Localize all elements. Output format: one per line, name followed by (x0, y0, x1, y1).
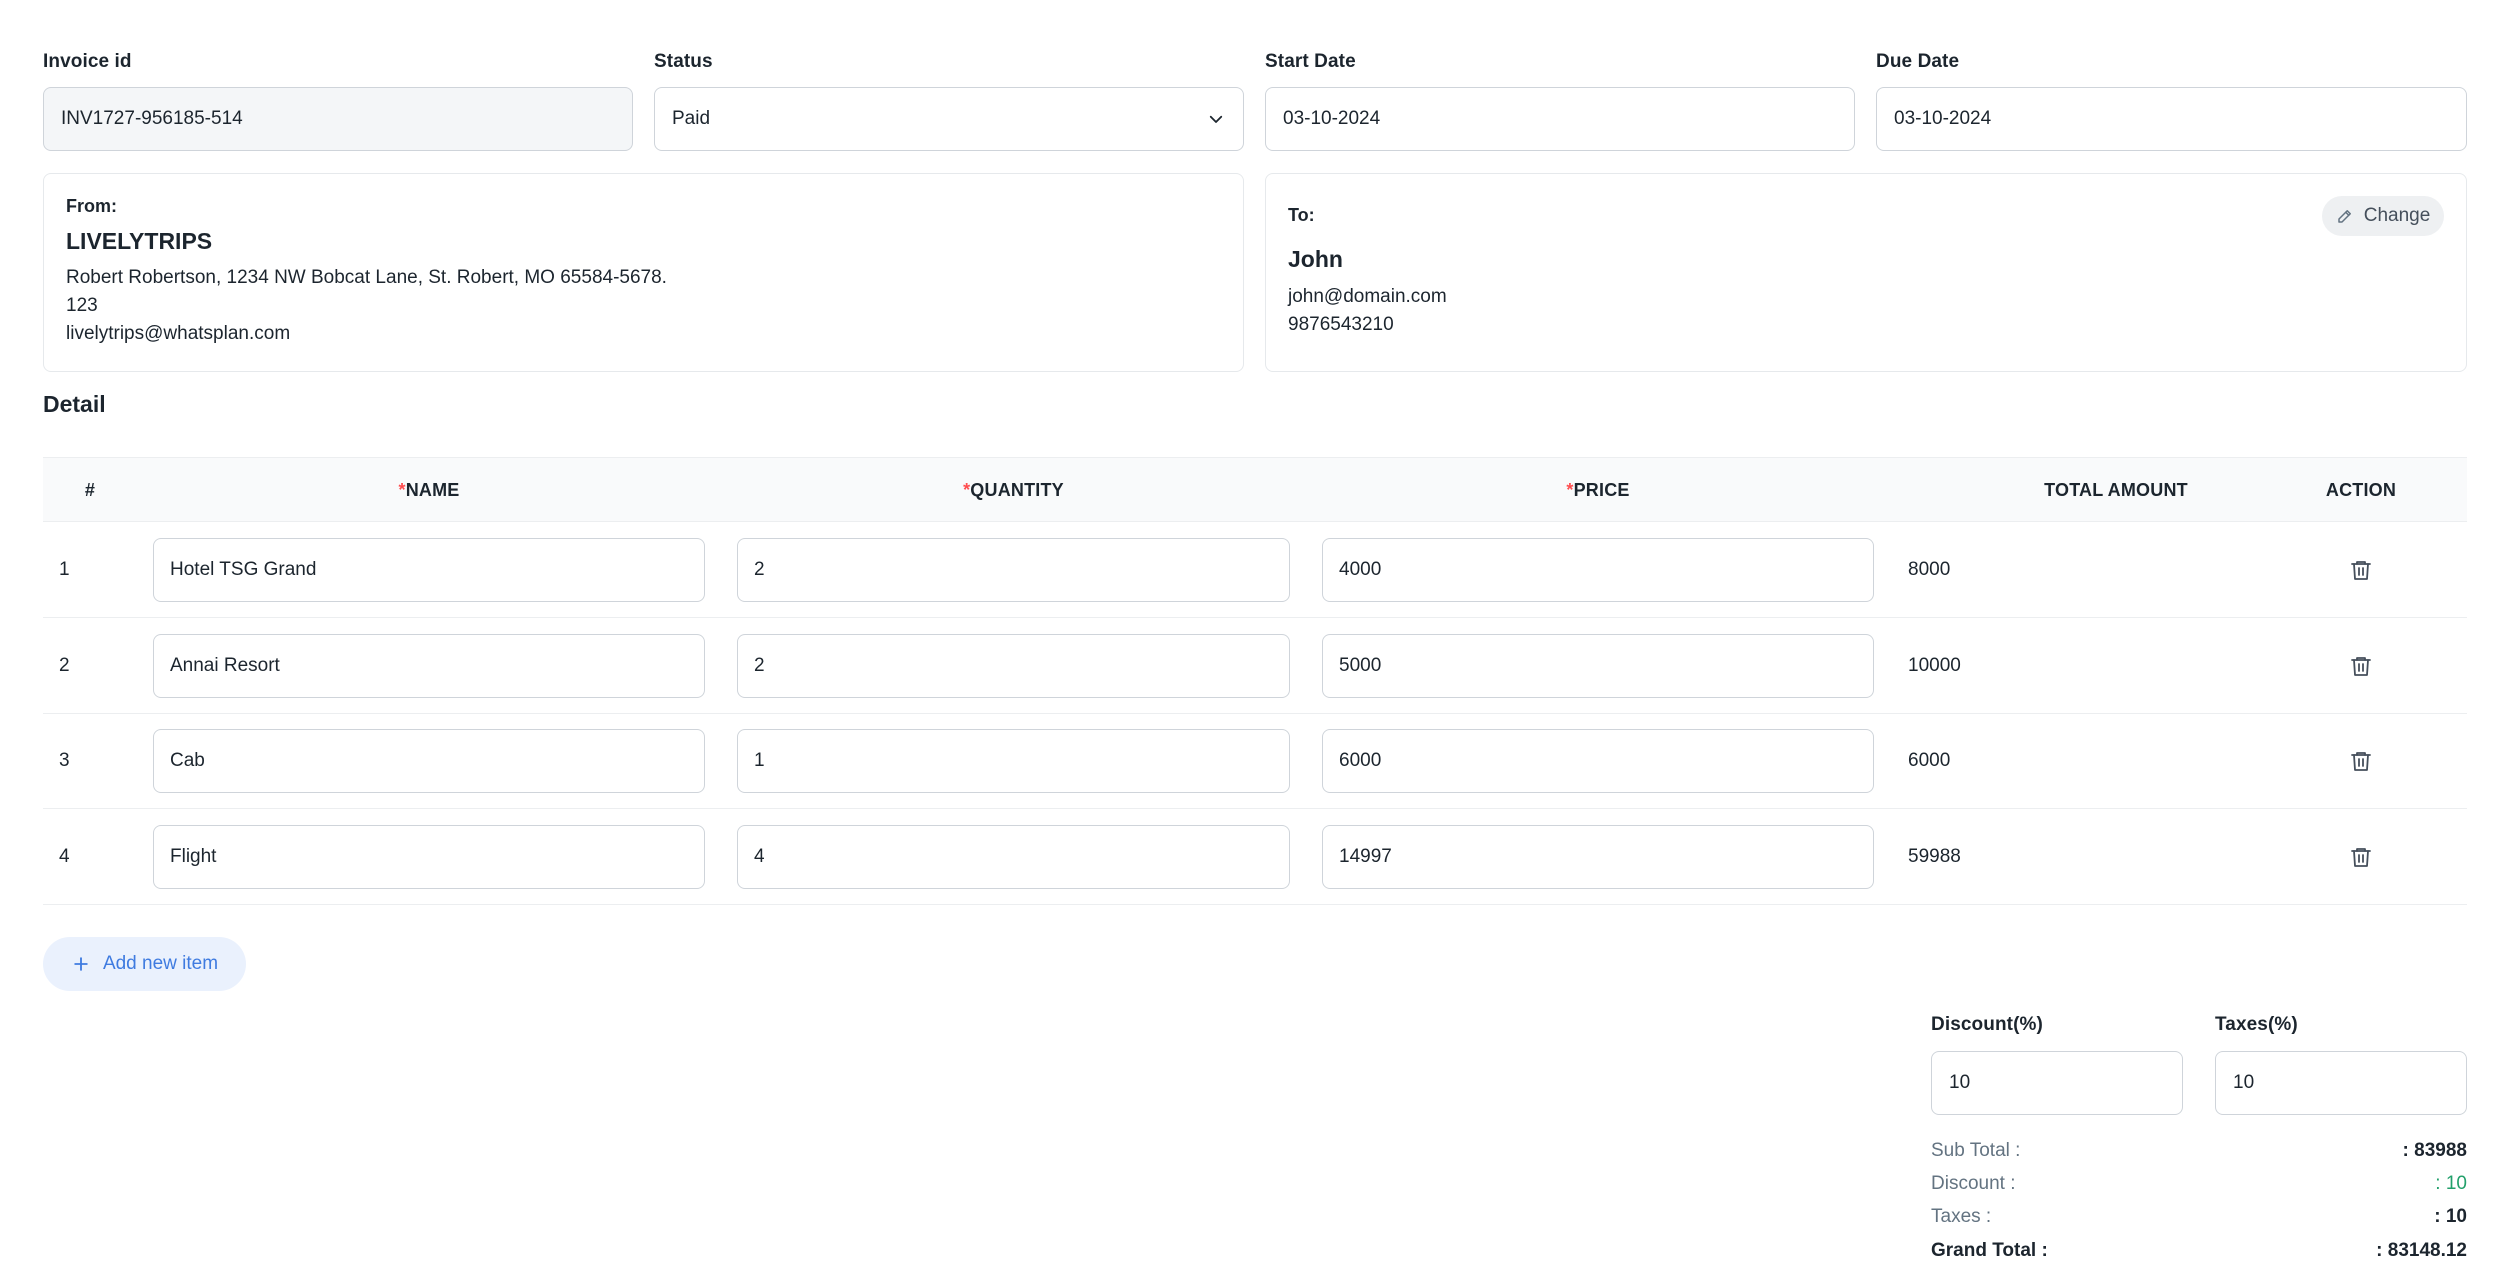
from-email: livelytrips@whatsplan.com (66, 323, 291, 344)
table-row: 3 Cab 1 6000 6000 (43, 713, 2467, 809)
status-label: Status (654, 51, 713, 72)
row-number: 1 (59, 559, 70, 580)
table-row: 2 Annai Resort 2 5000 10000 (43, 618, 2467, 714)
to-phone: 9876543210 (1288, 314, 1394, 335)
pencil-icon (2337, 210, 2351, 223)
from-address: Robert Robertson, 1234 NW Bobcat Lane, S… (66, 267, 667, 288)
table-row: 1 Hotel TSG Grand 2 4000 8000 (43, 522, 2467, 618)
item-name-input[interactable]: Flight (153, 825, 705, 889)
item-name-input[interactable]: Hotel TSG Grand (153, 538, 705, 602)
grand-total-value: : 83148.12 (2376, 1240, 2467, 1261)
discount-label: Discount(%) (1931, 1014, 2043, 1035)
status-select[interactable]: Paid (654, 87, 1244, 151)
item-quantity-input[interactable]: 2 (737, 538, 1290, 602)
change-button[interactable]: Change (2322, 196, 2444, 236)
item-total: 8000 (1908, 559, 1951, 580)
col-price: * PRICE (1566, 480, 1630, 500)
start-date-field[interactable]: 03-10-2024 (1265, 87, 1855, 151)
due-date-field[interactable]: 03-10-2024 (1876, 87, 2467, 151)
to-card: To: John john@domain.com 9876543210 Chan… (1265, 173, 2467, 372)
item-price-input[interactable]: 5000 (1322, 634, 1874, 698)
from-name: LIVELYTRIPS (66, 228, 213, 254)
from-address-line2: 123 (66, 295, 98, 316)
sub-total-value: : 83988 (2402, 1140, 2467, 1161)
start-date-label: Start Date (1265, 51, 1356, 72)
row-number: 2 (59, 655, 70, 676)
item-total: 10000 (1908, 655, 1961, 676)
items-table-header: # * NAME * QUANTITY * PRICE TOTAL AMOUNT AC… (43, 457, 2467, 522)
change-label: Change (2363, 205, 2431, 226)
item-price-input[interactable]: 4000 (1322, 538, 1874, 602)
taxes-row: Taxes : : 10 (1931, 1202, 2467, 1232)
to-email: john@domain.com (1288, 286, 1447, 307)
sub-total-label: Sub Total : (1931, 1140, 2021, 1161)
trash-icon[interactable] (2349, 845, 2373, 869)
taxes-row-value: : 10 (2434, 1206, 2467, 1227)
item-total: 6000 (1908, 750, 1951, 771)
chevron-down-icon (1209, 115, 1223, 123)
taxes-input[interactable]: 10 (2215, 1051, 2467, 1115)
discount-input[interactable]: 10 (1931, 1051, 2183, 1115)
discount-row: Discount : : 10 (1931, 1169, 2467, 1199)
item-price-input[interactable]: 6000 (1322, 729, 1874, 793)
col-quantity: * QUANTITY (963, 480, 1064, 500)
invoice-id-label: Invoice id (43, 51, 132, 72)
item-quantity-input[interactable]: 1 (737, 729, 1290, 793)
discount-row-value: : 10 (2435, 1173, 2467, 1194)
taxes-row-label: Taxes : (1931, 1206, 1992, 1227)
plus-icon (74, 957, 88, 971)
col-name: * NAME (398, 480, 460, 500)
invoice-id-field: INV1727-956185-514 (43, 87, 633, 151)
detail-title: Detail (43, 391, 106, 417)
from-card: From: LIVELYTRIPS Robert Robertson, 1234… (43, 173, 1244, 372)
grand-total-row: Grand Total : : 83148.12 (1931, 1236, 2467, 1266)
col-action: ACTION (2325, 480, 2397, 500)
taxes-label: Taxes(%) (2215, 1014, 2298, 1035)
item-quantity-input[interactable]: 4 (737, 825, 1290, 889)
status-value: Paid (672, 108, 711, 129)
discount-row-label: Discount : (1931, 1173, 2016, 1194)
trash-icon[interactable] (2349, 654, 2373, 678)
trash-icon[interactable] (2349, 558, 2373, 582)
item-quantity-input[interactable]: 2 (737, 634, 1290, 698)
sub-total-row: Sub Total : : 83988 (1931, 1136, 2467, 1166)
item-total: 59988 (1908, 846, 1961, 867)
item-price-input[interactable]: 14997 (1322, 825, 1874, 889)
grand-total-label: Grand Total : (1931, 1240, 2048, 1261)
row-number: 4 (59, 846, 70, 867)
to-label: To: (1288, 205, 1315, 225)
table-row: 4 Flight 4 14997 59988 (43, 809, 2467, 905)
col-index: # (84, 480, 96, 500)
row-number: 3 (59, 750, 70, 771)
trash-icon[interactable] (2349, 749, 2373, 773)
from-label: From: (66, 196, 117, 216)
col-total-amount: TOTAL AMOUNT (2044, 480, 2188, 500)
add-new-item-button[interactable]: Add new item (43, 937, 246, 991)
add-new-item-label: Add new item (102, 953, 219, 974)
item-name-input[interactable]: Annai Resort (153, 634, 705, 698)
item-name-input[interactable]: Cab (153, 729, 705, 793)
due-date-label: Due Date (1876, 51, 1960, 72)
to-name: John (1288, 246, 1343, 272)
